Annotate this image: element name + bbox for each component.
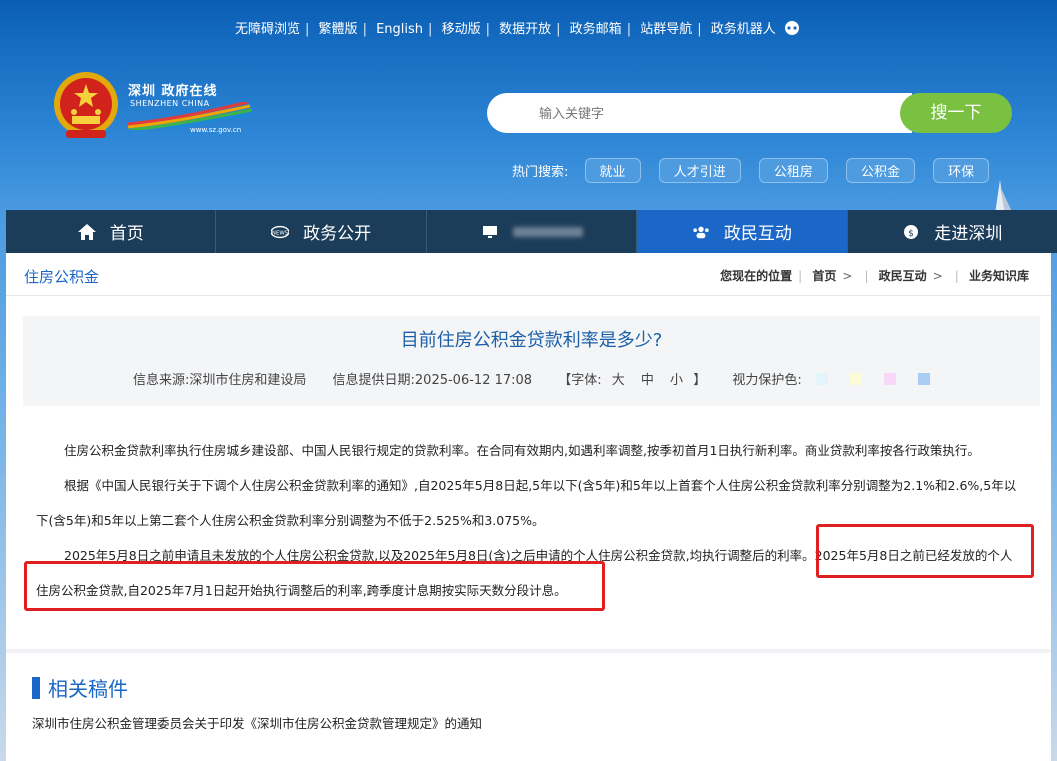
article-paragraph: 住房公积金贷款利率执行住房城乡建设部、中国人民银行规定的贷款利率。在合同有效期内…	[64, 443, 980, 458]
breadcrumb-home[interactable]: 首页	[812, 269, 836, 283]
font-size-large[interactable]: 大	[612, 373, 625, 388]
hot-tag-public-housing[interactable]: 公租房	[758, 158, 828, 183]
divider: |	[798, 269, 803, 283]
font-size-label: 【字体:	[558, 373, 602, 388]
robot-icon[interactable]	[783, 20, 801, 36]
search-box	[487, 93, 912, 135]
divider: |	[485, 22, 490, 37]
hot-search: 热门搜索: 就业 人才引进 公租房 公积金 环保	[512, 158, 1003, 183]
article-header: 目前住房公积金贷款利率是多少? 信息来源:深圳市住房和建设局 信息提供日期:20…	[23, 316, 1040, 406]
article-title: 目前住房公积金贷款利率是多少?	[400, 330, 663, 351]
highlight-box	[816, 524, 1034, 578]
divider: |	[697, 22, 702, 37]
eye-color-cyan[interactable]	[815, 373, 828, 385]
monitor-icon	[482, 225, 497, 238]
coin-icon: $	[904, 224, 919, 239]
nav-interaction[interactable]: 政民互动	[637, 210, 848, 253]
chevron-right-icon: >	[842, 269, 853, 283]
eye-color-yellow[interactable]	[849, 373, 862, 385]
related-link[interactable]: 深圳市住房公积金管理委员会关于印发《深圳市住房公积金贷款管理规定》的通知	[32, 713, 482, 732]
divider: |	[428, 22, 433, 37]
home-icon	[77, 223, 96, 240]
font-size-close: 】	[693, 373, 707, 388]
related-articles: 相关稿件 深圳市住房公积金管理委员会关于印发《深圳市住房公积金贷款管理规定》的通…	[6, 653, 1051, 761]
logo-url: www.sz.gov.cn	[190, 126, 242, 134]
link-mobile[interactable]: 移动版	[442, 18, 481, 37]
blurred-label	[512, 226, 583, 237]
link-site-nav[interactable]: 站群导航	[640, 18, 692, 37]
search-input[interactable]	[537, 93, 891, 135]
divider: |	[362, 22, 367, 37]
eye-protect-label: 视力保护色:	[732, 373, 802, 388]
breadcrumb-interaction[interactable]: 政民互动	[879, 269, 927, 283]
nav-label: 政务公开	[303, 224, 372, 244]
article-date: 信息提供日期:2025-06-12 17:08	[332, 373, 533, 388]
breadcrumb-knowledge[interactable]: 业务知识库	[969, 269, 1029, 283]
nav-services[interactable]	[427, 210, 638, 253]
users-icon	[693, 226, 709, 238]
tower-icon	[995, 180, 1013, 214]
svg-text:NEWS: NEWS	[272, 230, 289, 236]
hot-tag-environment[interactable]: 环保	[933, 158, 990, 183]
font-size-small[interactable]: 小	[670, 373, 683, 388]
link-accessibility[interactable]: 无障碍浏览	[235, 18, 300, 37]
link-gov-mail[interactable]: 政务邮箱	[570, 18, 622, 37]
nav-label: 走进深圳	[934, 224, 1003, 244]
national-emblem-icon	[54, 72, 118, 138]
nav-label: 政民互动	[723, 224, 792, 244]
link-gov-robot[interactable]: 政务机器人	[711, 18, 776, 37]
highlight-box	[24, 561, 605, 611]
hot-tag-talent[interactable]: 人才引进	[658, 158, 741, 183]
nav-label: 首页	[109, 224, 144, 244]
search-button[interactable]: 搜一下	[900, 93, 1012, 133]
eye-color-blue[interactable]	[917, 373, 930, 385]
nav-gov-affairs[interactable]: NEWS 政务公开	[216, 210, 427, 253]
nav-home[interactable]: 首页	[6, 210, 217, 253]
link-open-data[interactable]: 数据开放	[499, 18, 551, 37]
link-traditional[interactable]: 繁體版	[319, 18, 358, 37]
breadcrumb-label: 您现在的位置	[720, 269, 793, 283]
logo-text: 深圳 政府在线	[128, 84, 218, 99]
hot-tag-jobs[interactable]: 就业	[584, 158, 641, 183]
top-link-bar: 无障碍浏览 | 繁體版 | English | 移动版 | 数据开放 | 政务邮箱 | 站群…	[235, 18, 801, 40]
section-title[interactable]: 住房公积金	[24, 266, 99, 287]
breadcrumb: 您现在的位置 | 首页 > | 政民互动 > | 业务知识库	[720, 267, 1029, 284]
divider: |	[556, 22, 561, 37]
divider: |	[864, 269, 869, 283]
article-source: 信息来源:深圳市住房和建设局	[133, 373, 307, 388]
related-title: 相关稿件	[48, 677, 128, 701]
nav-about-shenzhen[interactable]: $ 走进深圳	[848, 210, 1057, 253]
chevron-right-icon: >	[932, 269, 943, 283]
eye-color-pink[interactable]	[883, 373, 896, 385]
breadcrumb-bar: 住房公积金 您现在的位置 | 首页 > | 政民互动 > | 业务知识库	[6, 253, 1051, 296]
link-english[interactable]: English	[376, 22, 423, 37]
divider: |	[305, 22, 310, 37]
news-icon: NEWS	[271, 225, 290, 238]
svg-text:$: $	[908, 229, 914, 239]
hot-search-label: 热门搜索:	[512, 165, 569, 180]
hot-tag-housing-fund[interactable]: 公积金	[846, 158, 916, 183]
article-meta: 信息来源:深圳市住房和建设局 信息提供日期:2025-06-12 17:08 【…	[133, 369, 952, 388]
site-logo[interactable]: 深圳 政府在线 SHENZHEN CHINA www.sz.gov.cn	[128, 80, 253, 140]
divider: |	[626, 22, 632, 37]
divider: |	[954, 269, 959, 283]
content-panel: 住房公积金 您现在的位置 | 首页 > | 政民互动 > | 业务知识库 目前住房公积金贷…	[6, 253, 1051, 761]
main-nav: 首页 NEWS 政务公开 政民互动 $ 走进深圳	[6, 210, 1057, 253]
related-accent-bar	[32, 677, 40, 699]
font-size-medium[interactable]: 中	[641, 373, 654, 388]
